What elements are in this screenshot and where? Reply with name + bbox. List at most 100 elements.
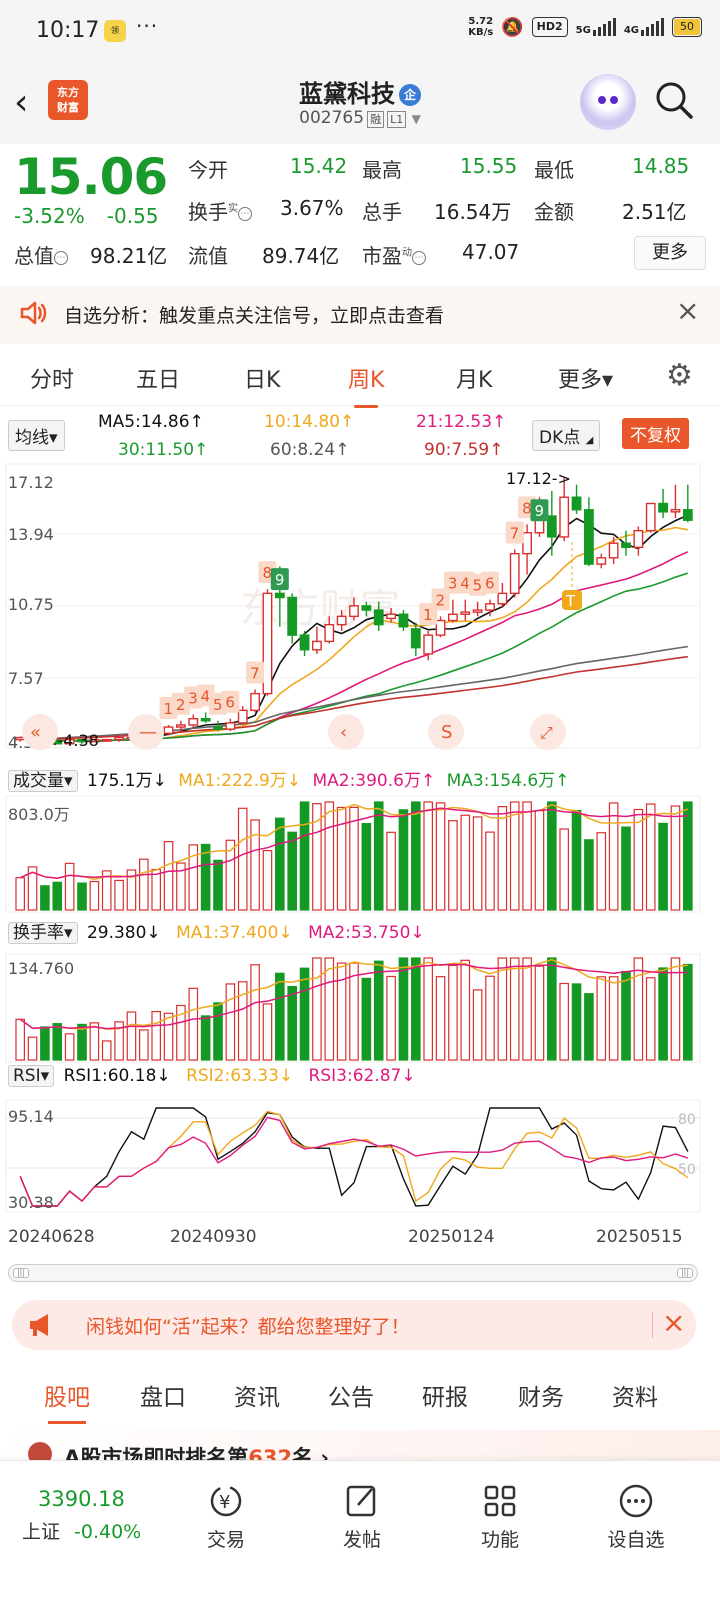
- volume-bar: [349, 962, 359, 1061]
- volume-bar: [163, 841, 174, 911]
- candle: [299, 634, 310, 651]
- tab-monthly-k[interactable]: 月K: [456, 362, 492, 394]
- volume-bar: [361, 823, 372, 911]
- volume-bar: [262, 850, 273, 911]
- candle: [584, 509, 594, 565]
- candle: [373, 609, 384, 626]
- tab-intraday[interactable]: 分时: [30, 362, 74, 394]
- low-label: 最低: [534, 158, 574, 182]
- status-right: 5.72 KB/s 🔕 HD2 5G 4G 50: [468, 16, 702, 38]
- volume-bar: [534, 965, 545, 1061]
- dk-point-selector[interactable]: DK点 ◢: [532, 420, 601, 451]
- index-ticker[interactable]: 3390.18 上证 -0.40%: [22, 1487, 141, 1544]
- info-icon[interactable]: ⋯: [238, 206, 252, 221]
- volume-y-tick: 803.0万: [8, 805, 70, 824]
- hd-badge: HD2: [531, 17, 568, 37]
- volume-bar: [584, 993, 594, 1061]
- x-tick-label: 20250515: [596, 1227, 683, 1247]
- promo-divider: [652, 1312, 653, 1338]
- volume-bar: [547, 801, 557, 911]
- candle: [163, 726, 174, 735]
- tab-financials[interactable]: 财务: [518, 1378, 564, 1412]
- rsi-selector[interactable]: RSI▾: [8, 1065, 55, 1087]
- open-value: 15.42: [290, 154, 348, 178]
- volume-bar: [423, 957, 433, 1061]
- volume-bar: [571, 809, 582, 911]
- volume-bar: [683, 801, 693, 911]
- promo-banner[interactable]: 闲钱如何“活”起来？都给您整理好了！ ×: [12, 1300, 696, 1350]
- tab-more[interactable]: 更多▾: [558, 362, 613, 394]
- chart-nav-buttons: « — ‹ S ⤢: [22, 714, 566, 750]
- candle: [472, 609, 483, 613]
- svg-text:⤢: ⤢: [540, 723, 553, 742]
- alert-text: 自选分析：触发重点关注信号，立即点击查看: [64, 305, 445, 327]
- kline-chart[interactable]: 东方财富 1 2 3 4 5 678 9123 4 5 678 9 17.12 13.94 10.7…: [0, 462, 720, 1262]
- candle: [559, 496, 570, 538]
- chart-scrollbar[interactable]: ||| |||: [8, 1264, 698, 1282]
- volume-bar: [472, 816, 483, 911]
- rsi-line: [19, 1116, 689, 1207]
- pe-value: 47.07: [462, 240, 520, 264]
- candle: [250, 692, 260, 712]
- tab-orderbook[interactable]: 盘口: [140, 1378, 186, 1412]
- volume-bar: [101, 1040, 112, 1061]
- rsi-frame: [5, 1099, 701, 1213]
- tab-five-day[interactable]: 五日: [136, 362, 180, 394]
- turnover-selector[interactable]: 换手率▾: [8, 922, 78, 944]
- tab-forum[interactable]: 股吧: [44, 1378, 90, 1424]
- alert-banner[interactable]: 自选分析：触发重点关注信号，立即点击查看 ×: [0, 286, 720, 344]
- candle: [312, 640, 322, 651]
- volume-bar: [596, 832, 607, 911]
- tab-weekly-k[interactable]: 周K: [348, 362, 384, 408]
- ma5-value: MA5:14.86↑: [98, 412, 204, 432]
- svg-text:‹: ‹: [340, 722, 347, 743]
- settings-gear-icon[interactable]: ⚙: [666, 358, 693, 393]
- volume-bar: [633, 808, 644, 911]
- rsi-80-label: 80: [678, 1112, 696, 1128]
- add-watchlist-button[interactable]: 设自选: [596, 1481, 676, 1552]
- functions-button[interactable]: 功能: [460, 1481, 540, 1552]
- close-icon[interactable]: ×: [676, 294, 699, 327]
- candle: [497, 592, 508, 605]
- battery-icon: 50: [672, 17, 702, 37]
- tab-news[interactable]: 资讯: [234, 1378, 280, 1412]
- promo-text: 闲钱如何“活”起来？都给您整理好了！: [86, 1316, 410, 1338]
- amount-value: 2.51亿: [622, 200, 687, 224]
- scroll-handle-right[interactable]: |||: [677, 1268, 693, 1278]
- low-value: 14.85: [632, 154, 690, 178]
- volume-bar: [299, 801, 310, 911]
- volume-bar: [200, 843, 211, 911]
- content-tabs: 股吧 盘口 资讯 公告 研报 财务 资料: [0, 1366, 720, 1426]
- info-icon[interactable]: ⋯: [412, 250, 426, 265]
- tab-daily-k[interactable]: 日K: [244, 362, 280, 394]
- turnover-legend: 换手率▾ 29.380↓ MA1:37.400↓ MA2:53.750↓: [8, 918, 425, 944]
- tab-announcements[interactable]: 公告: [328, 1378, 374, 1412]
- scroll-handle-left[interactable]: |||: [13, 1268, 29, 1278]
- trade-button[interactable]: ¥ 交易: [186, 1481, 266, 1552]
- volume-bar: [250, 819, 260, 911]
- post-button[interactable]: 发帖: [322, 1481, 402, 1552]
- info-icon[interactable]: ⋯: [54, 250, 68, 265]
- search-icon[interactable]: [654, 80, 694, 129]
- candle: [670, 509, 681, 513]
- signal-5g: 5G: [576, 18, 616, 36]
- volume-selector[interactable]: 成交量▾: [8, 770, 78, 792]
- candle: [101, 738, 112, 742]
- adjust-button[interactable]: 不复权: [622, 418, 689, 449]
- volume-bar: [275, 817, 285, 911]
- indicator-selector[interactable]: 均线▾: [8, 420, 65, 451]
- volume-bar: [126, 1011, 137, 1061]
- candle: [633, 529, 644, 549]
- megaphone-icon: [28, 1312, 56, 1344]
- volume-bar: [670, 805, 681, 911]
- volume-bar: [275, 972, 285, 1061]
- assistant-robot-icon[interactable]: [580, 74, 636, 130]
- volume-bar: [336, 962, 347, 1061]
- volume-bar: [386, 975, 396, 1061]
- close-icon[interactable]: ×: [662, 1306, 685, 1339]
- tab-profile[interactable]: 资料: [612, 1378, 658, 1412]
- more-button[interactable]: 更多: [634, 236, 706, 270]
- tab-research[interactable]: 研报: [422, 1378, 468, 1412]
- turnover-y-tick: 134.760: [8, 959, 74, 978]
- status-time: 10:17: [36, 18, 100, 43]
